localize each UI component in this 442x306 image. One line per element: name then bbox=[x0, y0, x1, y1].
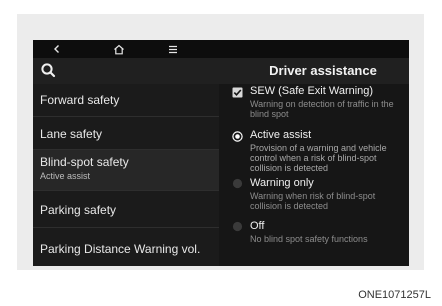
menu-item-forward-safety[interactable]: Forward safety bbox=[33, 84, 219, 116]
menu-item-label: Forward safety bbox=[40, 93, 120, 107]
search-button[interactable] bbox=[39, 61, 61, 81]
top-bar bbox=[33, 40, 409, 58]
menu-item-lane-safety[interactable]: Lane safety bbox=[33, 117, 219, 149]
menu-item-parking-safety[interactable]: Parking safety bbox=[33, 191, 219, 227]
figure-caption: ONE1071257L bbox=[358, 289, 431, 301]
radio-unselected-icon bbox=[232, 221, 243, 232]
menu-item-blind-spot-safety[interactable]: Blind-spot safety Active assist bbox=[33, 150, 219, 190]
option-sew[interactable]: SEW (Safe Exit Warning) Warning on detec… bbox=[223, 84, 409, 124]
options-pane: SEW (Safe Exit Warning) Warning on detec… bbox=[223, 84, 409, 266]
option-label: Off bbox=[250, 220, 265, 232]
infotainment-screen: Driver assistance Forward safety Lane sa… bbox=[33, 40, 409, 266]
option-off[interactable]: Off No blind spot safety functions bbox=[223, 217, 409, 257]
back-button[interactable] bbox=[43, 40, 71, 58]
page-title: Driver assistance bbox=[269, 63, 377, 78]
header-bar: Driver assistance bbox=[33, 58, 409, 84]
menu-button[interactable] bbox=[159, 40, 187, 58]
option-description: Warning when risk of blind-spot collisio… bbox=[250, 191, 376, 211]
chevron-left-icon bbox=[54, 45, 59, 53]
menu-item-label: Blind-spot safety bbox=[40, 155, 129, 169]
radio-unselected-icon bbox=[232, 178, 243, 189]
option-description: Provision of a warning and vehicle contr… bbox=[250, 143, 387, 173]
left-menu: Forward safety Lane safety Blind-spot sa… bbox=[33, 84, 219, 266]
menu-icon bbox=[169, 45, 177, 53]
menu-item-label: Parking safety bbox=[40, 203, 117, 217]
option-active-assist[interactable]: Active assist Provision of a warning and… bbox=[223, 125, 409, 173]
option-label: Warning only bbox=[250, 177, 314, 189]
home-icon bbox=[114, 44, 124, 54]
menu-item-sublabel: Active assist bbox=[40, 171, 91, 181]
option-label: Active assist bbox=[250, 129, 312, 141]
option-description: Warning on detection of traffic in the b… bbox=[250, 99, 394, 119]
home-button[interactable] bbox=[105, 40, 133, 58]
radio-selected-icon bbox=[232, 131, 243, 142]
checkbox-checked-icon bbox=[232, 87, 243, 98]
option-label: SEW (Safe Exit Warning) bbox=[250, 85, 374, 97]
menu-item-label: Parking Distance Warning vol. bbox=[40, 242, 201, 256]
option-description: No blind spot safety functions bbox=[250, 234, 368, 244]
option-warning-only[interactable]: Warning only Warning when risk of blind-… bbox=[223, 174, 409, 216]
menu-item-label: Lane safety bbox=[40, 127, 103, 141]
search-icon bbox=[41, 63, 56, 78]
menu-item-parking-distance-warning-vol[interactable]: Parking Distance Warning vol. bbox=[33, 228, 219, 266]
